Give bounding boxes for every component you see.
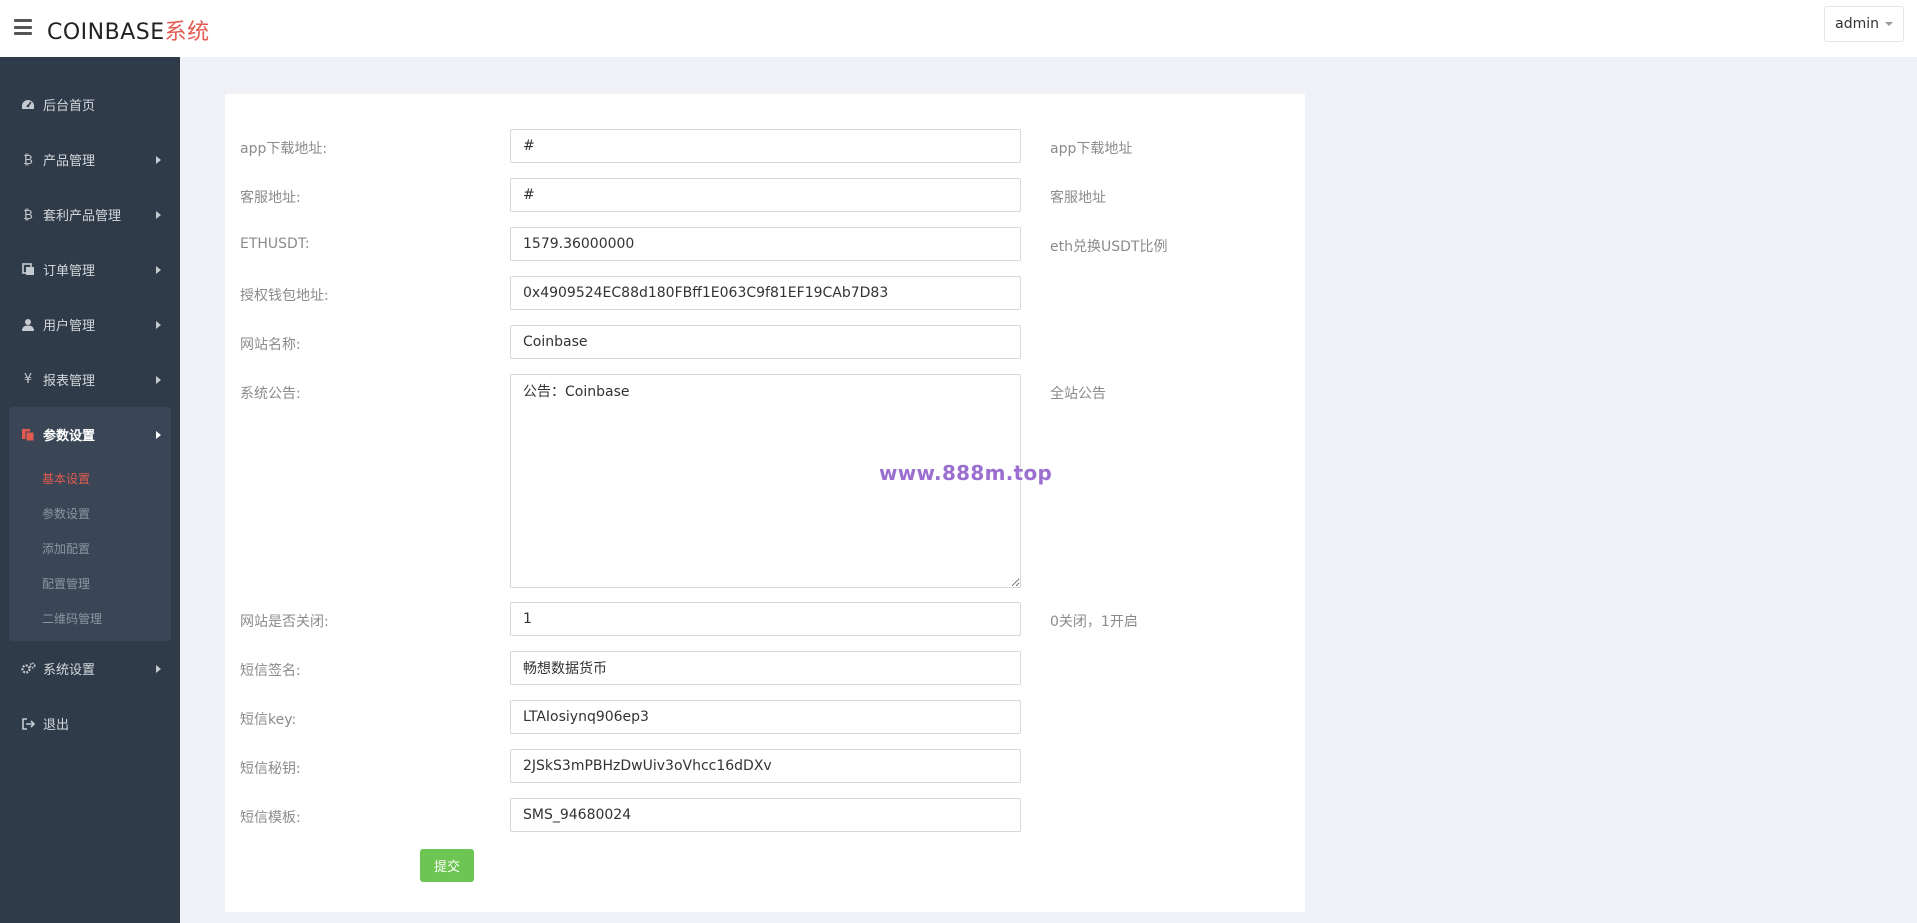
user-name: admin	[1835, 16, 1879, 32]
sidebar-item-system-settings[interactable]: 系统设置	[0, 641, 180, 696]
sidebar-item-label: 订单管理	[43, 264, 96, 279]
top-header: COINBASE系统 admin	[0, 0, 1917, 57]
sidebar-item-label: 系统设置	[43, 663, 96, 678]
sidebar-item-logout[interactable]: 退出	[0, 696, 180, 751]
brand-main-text: COINBASE	[47, 20, 165, 45]
sidebar-item-arbitrage-products[interactable]: ₿ 套利产品管理	[0, 187, 180, 242]
sidebar-item-orders[interactable]: 订单管理	[0, 242, 180, 297]
sidebar-subitem-config-management[interactable]: 配置管理	[9, 567, 171, 602]
brand-logo[interactable]: COINBASE系统	[47, 14, 210, 46]
form-label: 网站名称:	[240, 337, 301, 353]
hamburger-menu-icon[interactable]	[14, 19, 32, 35]
chevron-right-icon	[156, 155, 161, 164]
form-label: 授权钱包地址:	[240, 288, 329, 304]
submit-button[interactable]: 提交	[420, 849, 474, 882]
chevron-right-icon	[156, 375, 161, 384]
caret-down-icon	[1885, 22, 1893, 26]
form-label: 系统公告:	[240, 386, 301, 402]
chevron-right-icon	[156, 320, 161, 329]
copy-icon	[20, 262, 36, 278]
sidebar-item-reports[interactable]: ¥ 报表管理	[0, 352, 180, 407]
sidebar-subitem-basic-settings[interactable]: 基本设置	[9, 462, 171, 497]
form-label: 短信签名:	[240, 663, 301, 679]
settings-form-panel: app下载地址: app下载地址 客服地址: 客服地址 ETHUSDT: eth…	[225, 94, 1305, 912]
sms-signature-input[interactable]	[510, 651, 1021, 685]
chevron-right-icon	[156, 210, 161, 219]
form-hint: 0关闭，1开启	[1050, 614, 1138, 630]
user-icon	[20, 317, 36, 333]
sms-secret-input[interactable]	[510, 749, 1021, 783]
files-icon	[20, 427, 36, 443]
ethusdt-rate-input[interactable]	[510, 227, 1021, 261]
sidebar: 后台首页 ₿ 产品管理 ₿ 套利产品管理 订单管理 用户管理 ¥ 报表管理 参数…	[0, 57, 180, 923]
site-closed-input[interactable]	[510, 602, 1021, 636]
sidebar-item-label: 产品管理	[43, 154, 96, 169]
site-name-input[interactable]	[510, 325, 1021, 359]
form-hint: eth兑换USDT比例	[1050, 239, 1168, 255]
chevron-right-icon	[156, 430, 161, 439]
sidebar-item-dashboard[interactable]: 后台首页	[0, 77, 180, 132]
bitcoin-icon: ₿	[23, 207, 33, 223]
sidebar-item-label: 用户管理	[43, 319, 96, 334]
form-label: 短信模板:	[240, 810, 301, 826]
bitcoin-icon: ₿	[23, 152, 33, 168]
sidebar-item-label: 报表管理	[43, 374, 96, 389]
sidebar-item-label: 参数设置	[43, 429, 96, 444]
sidebar-subitem-add-config[interactable]: 添加配置	[9, 532, 171, 567]
form-label: ETHUSDT:	[240, 236, 310, 252]
sidebar-subitem-qrcode-management[interactable]: 二维码管理	[9, 602, 171, 637]
wallet-address-input[interactable]	[510, 276, 1021, 310]
sidebar-item-label: 后台首页	[43, 99, 96, 114]
cogs-icon	[20, 661, 36, 677]
form-hint: app下载地址	[1050, 141, 1133, 157]
form-label: 网站是否关闭:	[240, 614, 329, 630]
chevron-right-icon	[156, 265, 161, 274]
sidebar-group-parameters: 参数设置 基本设置 参数设置 添加配置 配置管理 二维码管理	[9, 407, 171, 641]
yen-icon: ¥	[23, 372, 33, 387]
service-url-input[interactable]	[510, 178, 1021, 212]
sidebar-item-label: 退出	[43, 718, 70, 733]
form-label: 客服地址:	[240, 190, 301, 206]
sms-template-input[interactable]	[510, 798, 1021, 832]
form-hint: 客服地址	[1050, 190, 1106, 206]
sidebar-item-products[interactable]: ₿ 产品管理	[0, 132, 180, 187]
form-label: 短信key:	[240, 712, 297, 728]
form-hint: 全站公告	[1050, 386, 1106, 402]
sidebar-item-users[interactable]: 用户管理	[0, 297, 180, 352]
app-download-url-input[interactable]	[510, 129, 1021, 163]
form-label: 短信秘钥:	[240, 761, 301, 777]
user-dropdown[interactable]: admin	[1824, 6, 1904, 42]
watermark-text: www.888m.top	[879, 461, 1053, 485]
sms-key-input[interactable]	[510, 700, 1021, 734]
brand-accent-text: 系统	[164, 20, 210, 45]
sign-out-icon	[20, 716, 36, 732]
chevron-right-icon	[156, 664, 161, 673]
form-label: app下载地址:	[240, 141, 328, 157]
sidebar-subitem-parameter-settings[interactable]: 参数设置	[9, 497, 171, 532]
sidebar-item-parameters[interactable]: 参数设置	[9, 407, 171, 462]
sidebar-item-label: 套利产品管理	[43, 209, 122, 224]
dashboard-icon	[20, 97, 36, 113]
